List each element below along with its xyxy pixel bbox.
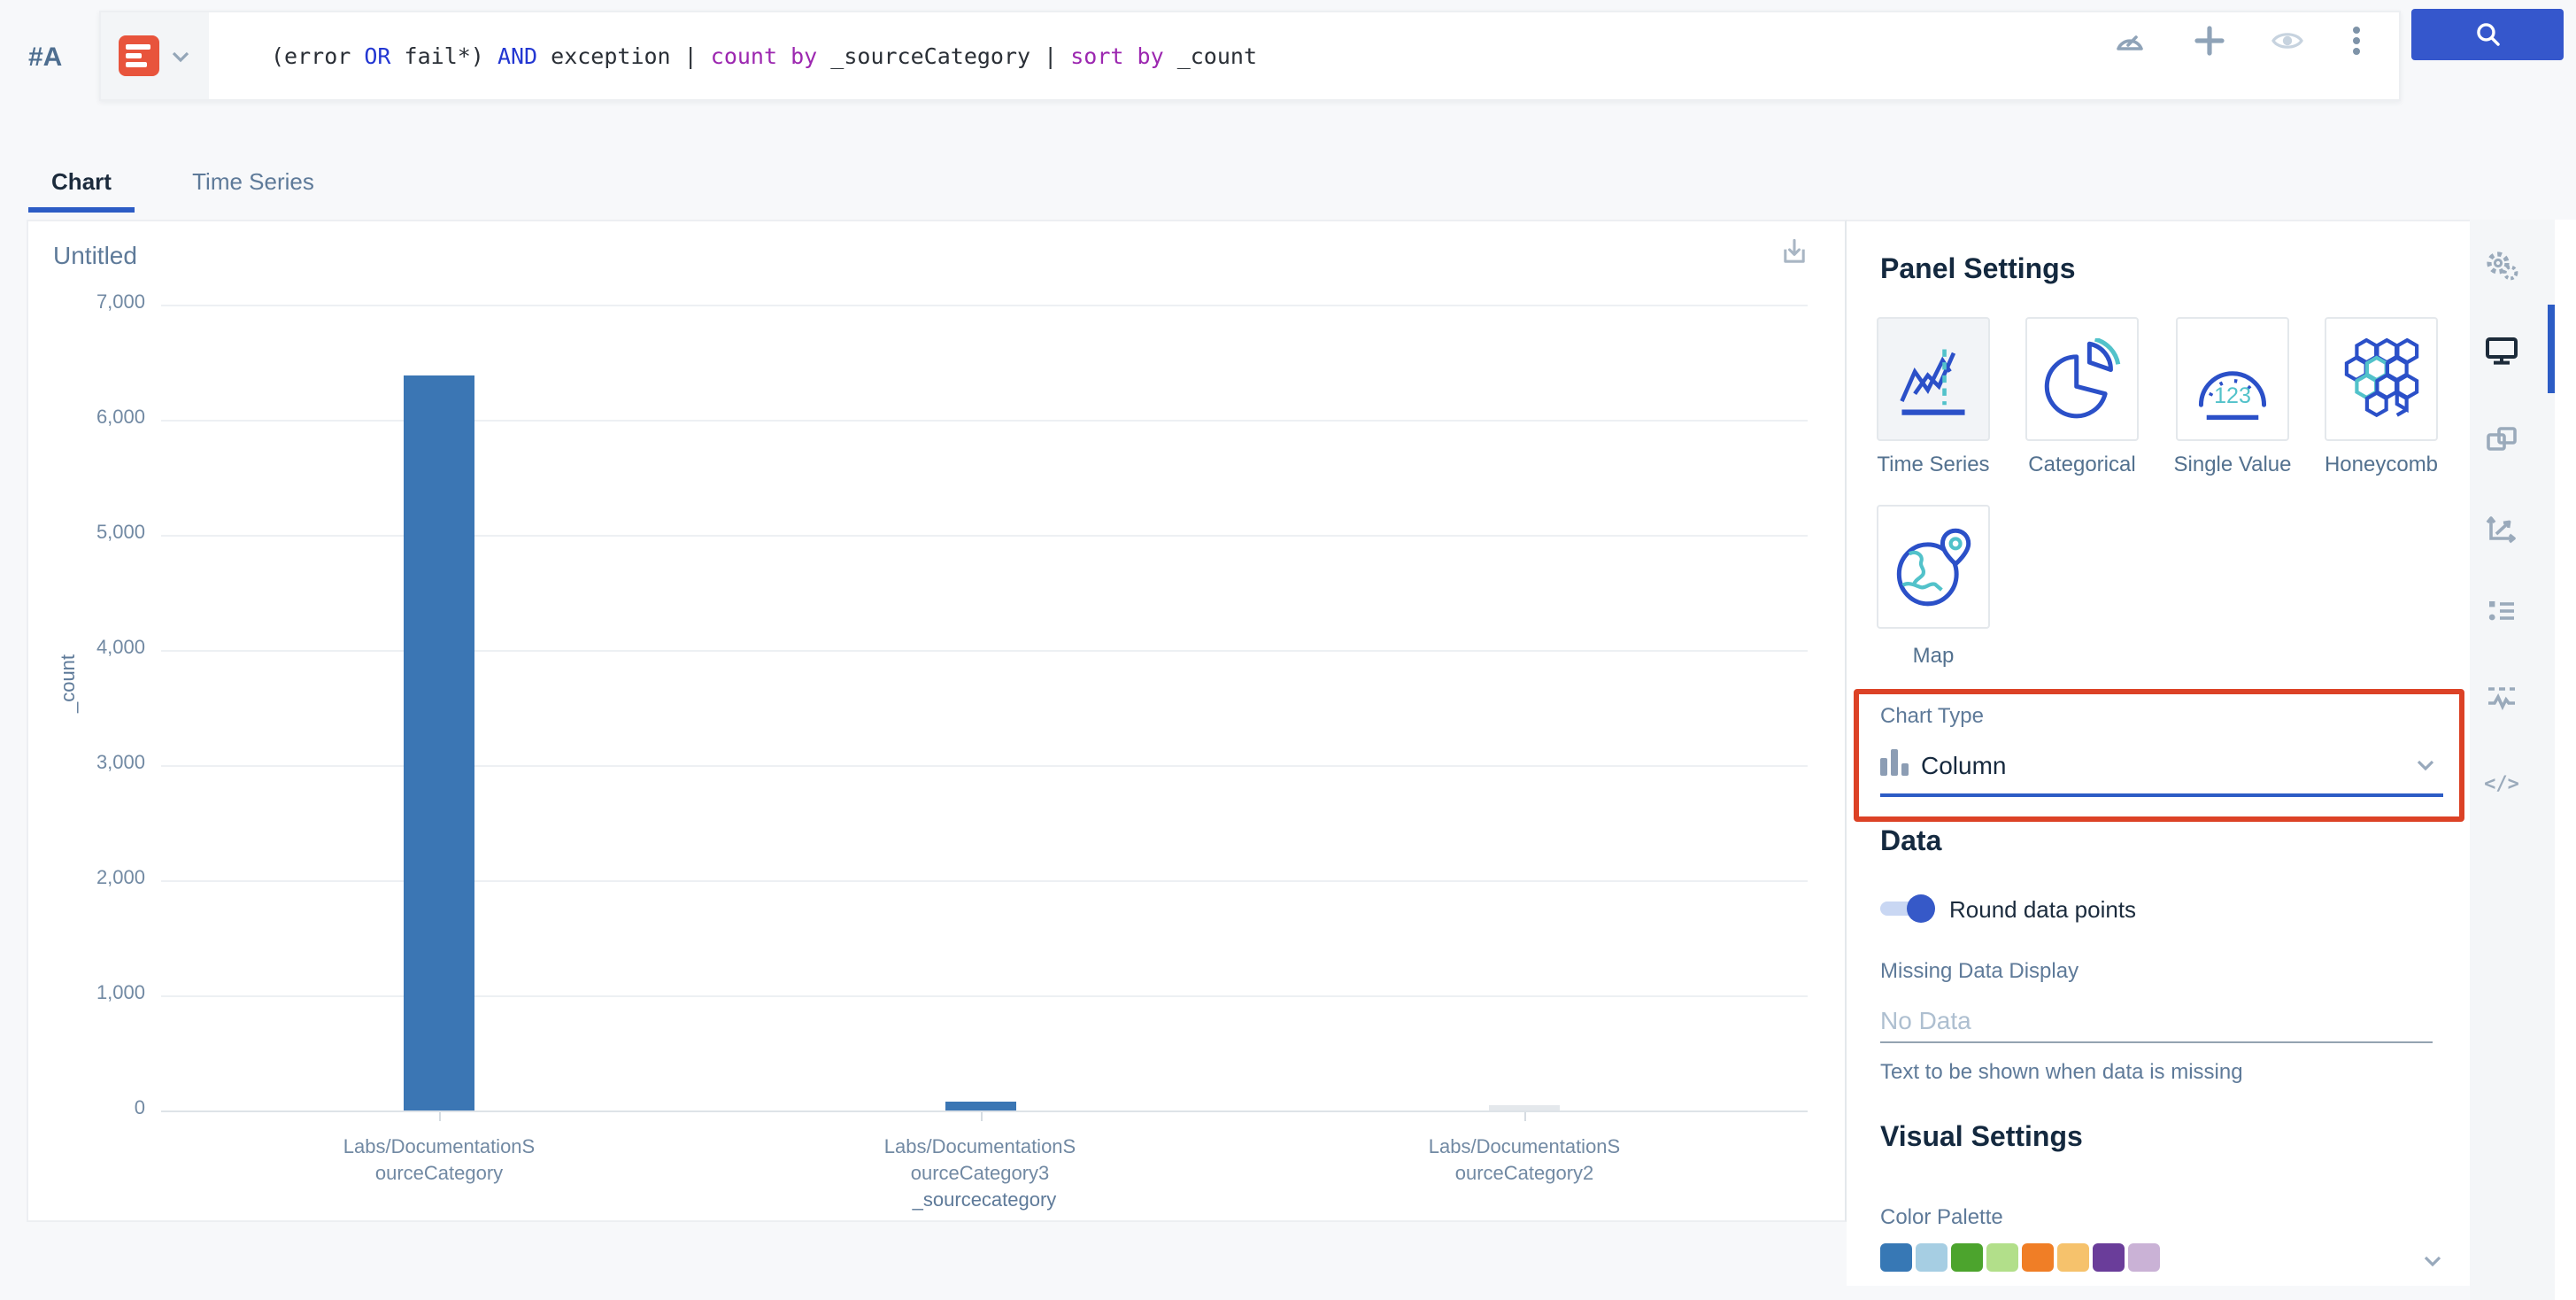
panel-type-label: Honeycomb <box>2307 452 2456 476</box>
active-tool-accent-bar <box>2548 305 2555 393</box>
axes-icon[interactable] <box>2484 510 2519 546</box>
search-button[interactable] <box>2411 9 2564 60</box>
palette-swatch <box>2093 1243 2125 1272</box>
missing-data-help-text: Text to be shown when data is missing <box>1880 1059 2243 1084</box>
visual-settings-title: Visual Settings <box>1880 1123 2083 1155</box>
palette-swatch <box>1880 1243 1912 1272</box>
side-toolbar: </> <box>2470 220 2555 1300</box>
thresholds-wave-icon[interactable] <box>2484 680 2519 716</box>
categorical-pie-icon <box>2041 338 2123 420</box>
plot-area: _sourcecategory Labs/DocumentationSource… <box>161 305 1808 1110</box>
missing-data-display-label: Missing Data Display <box>1880 958 2079 983</box>
panel-settings: Panel Settings 123 <box>1847 220 2470 1286</box>
gears-icon[interactable] <box>2484 248 2519 283</box>
y-tick-label: 7,000 <box>46 292 145 313</box>
panel-type-time-series[interactable] <box>1877 317 1990 441</box>
panel-type-label: Time Series <box>1859 452 2008 476</box>
panel-label: #A <box>28 43 62 73</box>
display-icon[interactable] <box>2484 333 2519 368</box>
chart-type-select[interactable]: Column <box>1921 751 2007 779</box>
palette-swatch <box>1951 1243 1983 1272</box>
color-palette-label: Color Palette <box>1880 1204 2003 1229</box>
query-input[interactable]: (error OR fail*) AND exception | count b… <box>271 12 1257 99</box>
svg-text:123: 123 <box>2214 383 2251 408</box>
eye-icon[interactable] <box>2270 23 2305 58</box>
query-bar: (error OR fail*) AND exception | count b… <box>99 11 2401 101</box>
gridline <box>161 1110 1808 1112</box>
round-data-points-toggle-knob[interactable] <box>1907 894 1935 923</box>
palette-swatch <box>2057 1243 2089 1272</box>
palette-swatch <box>1916 1243 1947 1272</box>
x-axis-title: _sourcecategory <box>161 1190 1808 1211</box>
bar[interactable] <box>945 1102 1015 1110</box>
bar[interactable] <box>1489 1105 1560 1110</box>
y-tick-label: 3,000 <box>46 753 145 774</box>
duplicate-icon[interactable] <box>2484 422 2519 457</box>
x-category-label: Labs/DocumentationSourceCategory2 <box>1409 1135 1639 1188</box>
missing-data-input-underline <box>1880 1041 2433 1043</box>
missing-data-input[interactable]: No Data <box>1880 1006 1971 1034</box>
chart-panel: Untitled _count _sourcecategory Labs/Doc… <box>27 220 1847 1222</box>
x-category-label: Labs/DocumentationSourceCategory3 <box>865 1135 1095 1188</box>
palette-swatch <box>2128 1243 2160 1272</box>
log-source-icon <box>118 35 158 76</box>
toolbar-edge <box>2555 220 2576 1300</box>
single-value-gauge-icon: 123 <box>2192 338 2273 420</box>
panel-type-honeycomb[interactable] <box>2325 317 2438 441</box>
panel-type-label: Categorical <box>2008 452 2156 476</box>
plus-icon[interactable] <box>2192 23 2227 58</box>
tab-chart[interactable]: Chart <box>28 168 135 195</box>
gridline <box>161 305 1808 306</box>
download-icon[interactable] <box>1779 237 1809 267</box>
y-tick-label: 4,000 <box>46 638 145 659</box>
chevron-down-icon[interactable] <box>2420 1249 2445 1273</box>
panel-settings-title: Panel Settings <box>1880 255 2076 287</box>
time-series-icon <box>1893 338 1974 420</box>
active-tab-underline <box>28 207 135 213</box>
code-icon[interactable]: </> <box>2484 765 2519 801</box>
column-chart-icon <box>1880 749 1910 776</box>
palette-swatch <box>1986 1243 2018 1272</box>
x-tick <box>980 1112 982 1121</box>
round-data-points-label: Round data points <box>1949 896 2136 923</box>
chart-type-label: Chart Type <box>1880 703 1984 728</box>
panel-type-single-value[interactable]: 123 <box>2176 317 2289 441</box>
chevron-down-icon <box>167 43 192 68</box>
chevron-down-icon[interactable] <box>2413 753 2438 778</box>
kebab-menu-icon[interactable] <box>2342 23 2371 58</box>
bar[interactable] <box>404 375 474 1110</box>
panel-type-map[interactable] <box>1877 505 1990 629</box>
data-section-title: Data <box>1880 827 1941 859</box>
palette-swatch <box>2022 1243 2054 1272</box>
y-tick-label: 2,000 <box>46 868 145 889</box>
x-category-label: Labs/DocumentationSourceCategory <box>324 1135 554 1188</box>
panel-type-categorical[interactable] <box>2025 317 2139 441</box>
color-palette-select[interactable] <box>1880 1243 2160 1272</box>
chart-type-underline <box>1880 793 2443 797</box>
x-tick <box>1524 1112 1526 1121</box>
panel-type-label: Map <box>1859 643 2008 668</box>
map-globe-icon <box>1893 526 1974 607</box>
x-tick <box>439 1112 441 1121</box>
y-tick-label: 0 <box>46 1098 145 1119</box>
query-source-selector[interactable] <box>101 12 209 99</box>
gauge-icon[interactable] <box>2112 23 2148 58</box>
y-tick-label: 5,000 <box>46 522 145 544</box>
honeycomb-icon <box>2341 338 2422 420</box>
search-icon <box>2472 19 2503 50</box>
panel-type-label: Single Value <box>2158 452 2307 476</box>
tab-time-series[interactable]: Time Series <box>182 168 324 195</box>
chart-title: Untitled <box>53 241 137 269</box>
legend-list-icon[interactable] <box>2484 595 2519 631</box>
y-tick-label: 6,000 <box>46 407 145 429</box>
panel-editor: #A (error OR fail*) AND exception | coun… <box>0 0 2576 1300</box>
y-tick-label: 1,000 <box>46 983 145 1004</box>
